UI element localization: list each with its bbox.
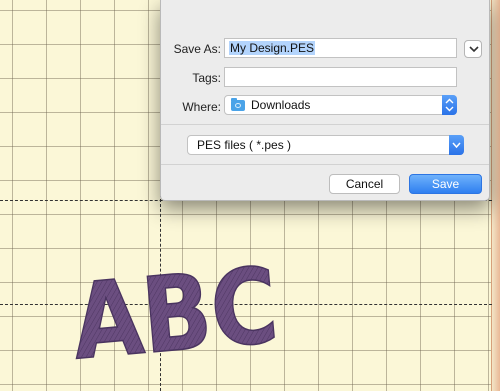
- save-button[interactable]: Save: [409, 174, 482, 194]
- up-down-arrows-icon: [442, 95, 457, 115]
- folder-icon: [231, 98, 245, 111]
- where-label: Where:: [182, 100, 221, 114]
- chevron-down-icon: [449, 135, 464, 155]
- tags-label: Tags:: [192, 71, 221, 85]
- save-as-label: Save As:: [173, 42, 221, 56]
- filename-text: My Design.PES: [229, 41, 316, 55]
- design-text: ABC: [72, 244, 282, 368]
- file-format-popup[interactable]: PES files ( *.pes ): [187, 135, 464, 155]
- file-format-text: PES files ( *.pes ): [197, 138, 292, 152]
- canvas-edge: [491, 0, 500, 391]
- save-dialog: Save As: My Design.PES Tags: Where: Down…: [160, 0, 490, 201]
- tags-field[interactable]: [224, 67, 457, 87]
- chevron-down-icon: [469, 46, 479, 53]
- location-text: Downloads: [251, 98, 311, 112]
- cancel-button[interactable]: Cancel: [329, 174, 400, 194]
- location-popup[interactable]: Downloads: [224, 95, 457, 115]
- divider: [161, 124, 489, 125]
- expand-button[interactable]: [464, 40, 482, 58]
- divider: [161, 164, 489, 165]
- embroidery-design[interactable]: ABC: [72, 238, 282, 368]
- filename-field[interactable]: My Design.PES: [224, 38, 457, 58]
